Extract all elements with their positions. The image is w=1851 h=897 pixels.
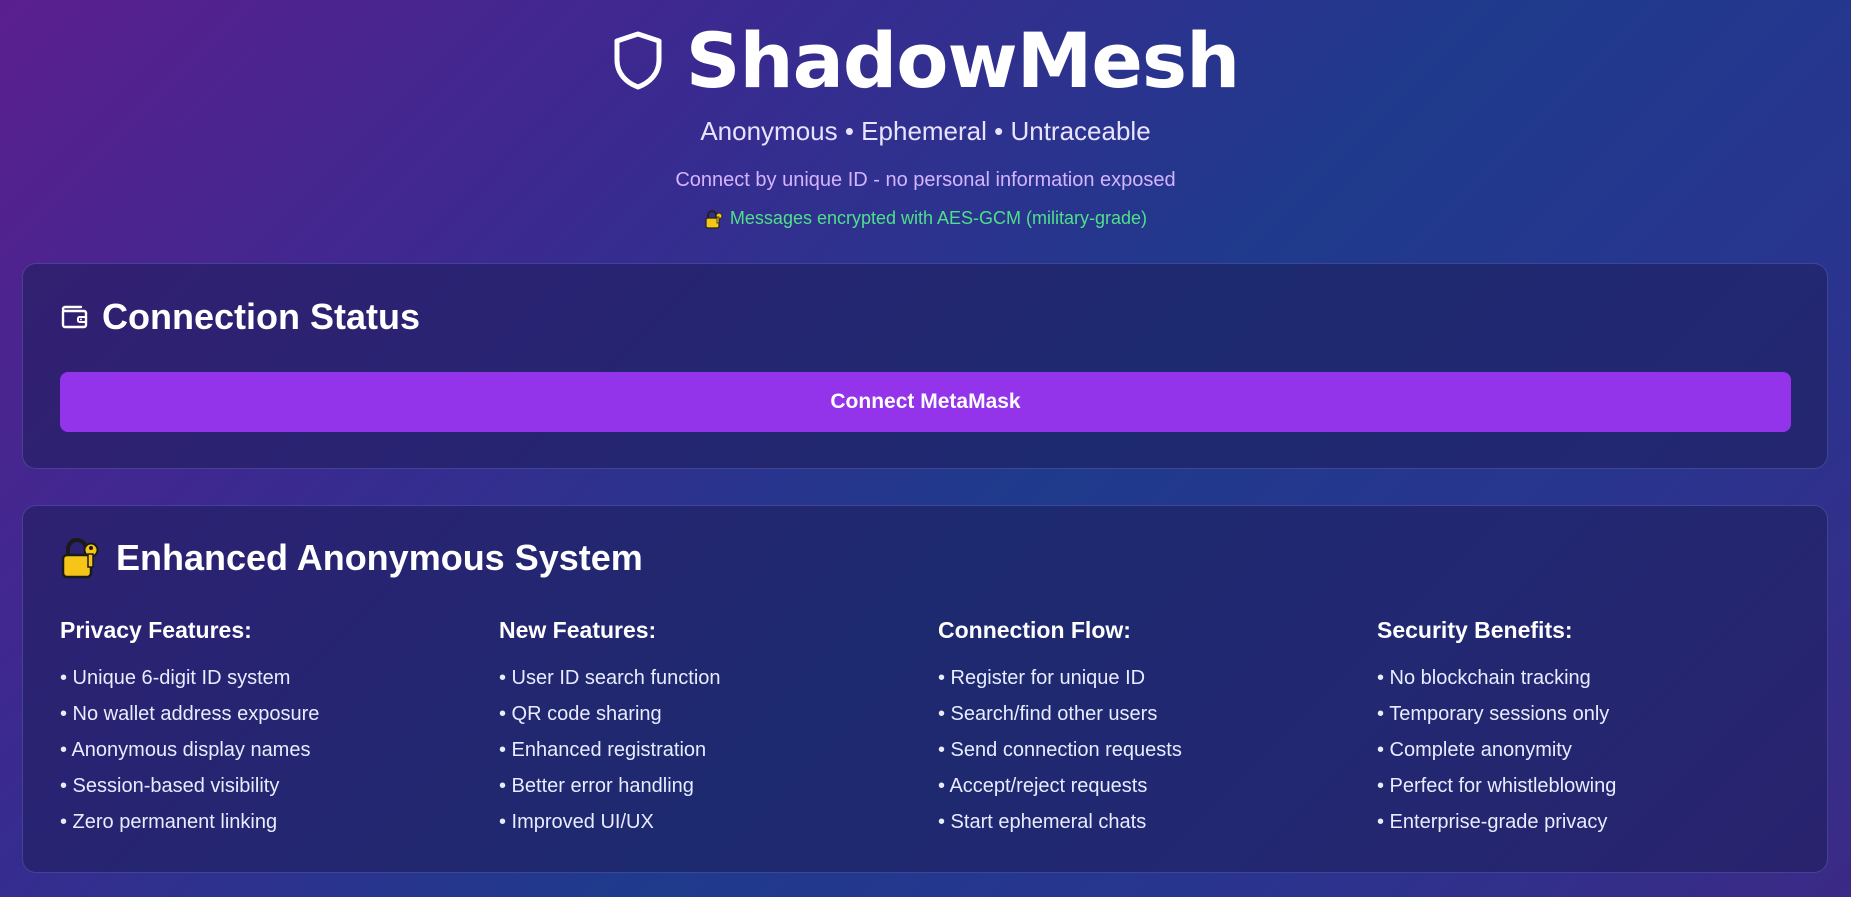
anonymous-system-card: Enhanced Anonymous System Privacy Featur… bbox=[22, 505, 1828, 873]
page-header: ShadowMesh Anonymous • Ephemeral • Untra… bbox=[0, 0, 1851, 229]
list-item: • Zero permanent linking bbox=[60, 811, 278, 833]
list-item: • Register for unique ID bbox=[938, 667, 1146, 689]
list-item: • Improved UI/UX bbox=[499, 811, 654, 833]
connection-flow-column: Connection Flow: • Register for unique I… bbox=[938, 617, 1377, 840]
list-item: • Search/find other users bbox=[938, 703, 1158, 725]
list-item: • Better error handling bbox=[499, 775, 694, 797]
list-item: • Send connection requests bbox=[938, 739, 1182, 761]
encryption-note: Messages encrypted with AES-GCM (militar… bbox=[0, 208, 1851, 229]
list-item: • Anonymous display names bbox=[60, 739, 311, 761]
list-item: • Start ephemeral chats bbox=[938, 811, 1147, 833]
security-benefits-column: Security Benefits: • No blockchain track… bbox=[1377, 617, 1816, 840]
column-heading: Privacy Features: bbox=[60, 617, 252, 643]
anonymous-system-heading: Enhanced Anonymous System bbox=[60, 536, 643, 580]
list-item: • No wallet address exposure bbox=[60, 703, 320, 725]
lock-key-icon bbox=[705, 209, 723, 229]
list-item: • No blockchain tracking bbox=[1377, 667, 1591, 689]
new-features-column: New Features: • User ID search function … bbox=[499, 617, 938, 840]
column-heading: Connection Flow: bbox=[938, 617, 1131, 643]
list-item: • User ID search function bbox=[499, 667, 721, 689]
column-heading: Security Benefits: bbox=[1377, 617, 1573, 643]
connection-status-title: Connection Status bbox=[102, 296, 421, 337]
privacy-features-column: Privacy Features: • Unique 6-digit ID sy… bbox=[60, 617, 499, 840]
tagline: Anonymous • Ephemeral • Untraceable bbox=[700, 116, 1151, 146]
list-item: • Enhanced registration bbox=[499, 739, 707, 761]
app-title: ShadowMesh bbox=[685, 15, 1240, 105]
list-item: • Enterprise-grade privacy bbox=[1377, 811, 1608, 833]
list-item: • QR code sharing bbox=[499, 703, 662, 725]
connect-metamask-button[interactable]: Connect MetaMask bbox=[60, 372, 1791, 432]
lock-key-icon bbox=[61, 538, 99, 579]
list-item: • Session-based visibility bbox=[60, 775, 280, 797]
encryption-note-text: Messages encrypted with AES-GCM (militar… bbox=[729, 208, 1148, 228]
list-item: • Unique 6-digit ID system bbox=[60, 667, 291, 689]
wallet-icon bbox=[61, 305, 88, 329]
shield-icon bbox=[614, 31, 662, 90]
list-item: • Temporary sessions only bbox=[1377, 703, 1610, 725]
list-item: • Complete anonymity bbox=[1377, 739, 1572, 761]
subtitle: Connect by unique ID - no personal infor… bbox=[675, 169, 1176, 191]
list-item: • Accept/reject requests bbox=[938, 775, 1148, 797]
title-row: ShadowMesh bbox=[0, 14, 1851, 106]
features-grid: Privacy Features: • Unique 6-digit ID sy… bbox=[60, 617, 1816, 840]
anonymous-system-title: Enhanced Anonymous System bbox=[116, 537, 643, 578]
list-item: • Perfect for whistleblowing bbox=[1377, 775, 1617, 797]
column-heading: New Features: bbox=[499, 617, 657, 643]
connection-status-card: Connection Status Connect MetaMask bbox=[22, 263, 1828, 469]
connection-status-heading: Connection Status bbox=[60, 296, 420, 338]
